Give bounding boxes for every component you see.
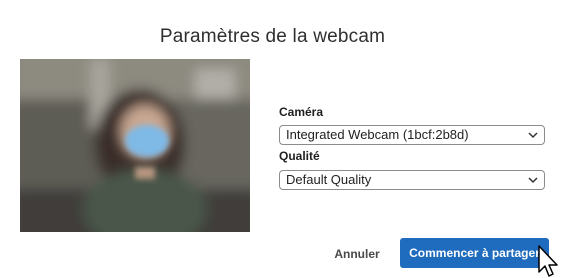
chevron-down-icon	[528, 177, 538, 184]
cancel-button[interactable]: Annuler	[326, 240, 388, 268]
start-sharing-button[interactable]: Commencer à partager	[400, 238, 549, 268]
dialog-title: Paramètres de la webcam	[159, 26, 386, 47]
quality-select[interactable]: Default Quality	[279, 170, 545, 190]
quality-select-value: Default Quality	[286, 172, 372, 187]
camera-select[interactable]: Integrated Webcam (1bcf:2b8d)	[279, 125, 545, 145]
webcam-settings-dialog: Paramètres de la webcam Caméra Integrate…	[0, 0, 563, 278]
camera-label: Caméra	[279, 105, 324, 119]
camera-select-value: Integrated Webcam (1bcf:2b8d)	[286, 127, 469, 142]
mouse-pointer-icon	[538, 245, 558, 277]
quality-label: Qualité	[279, 149, 320, 163]
webcam-preview	[20, 59, 250, 232]
chevron-down-icon	[528, 132, 538, 139]
